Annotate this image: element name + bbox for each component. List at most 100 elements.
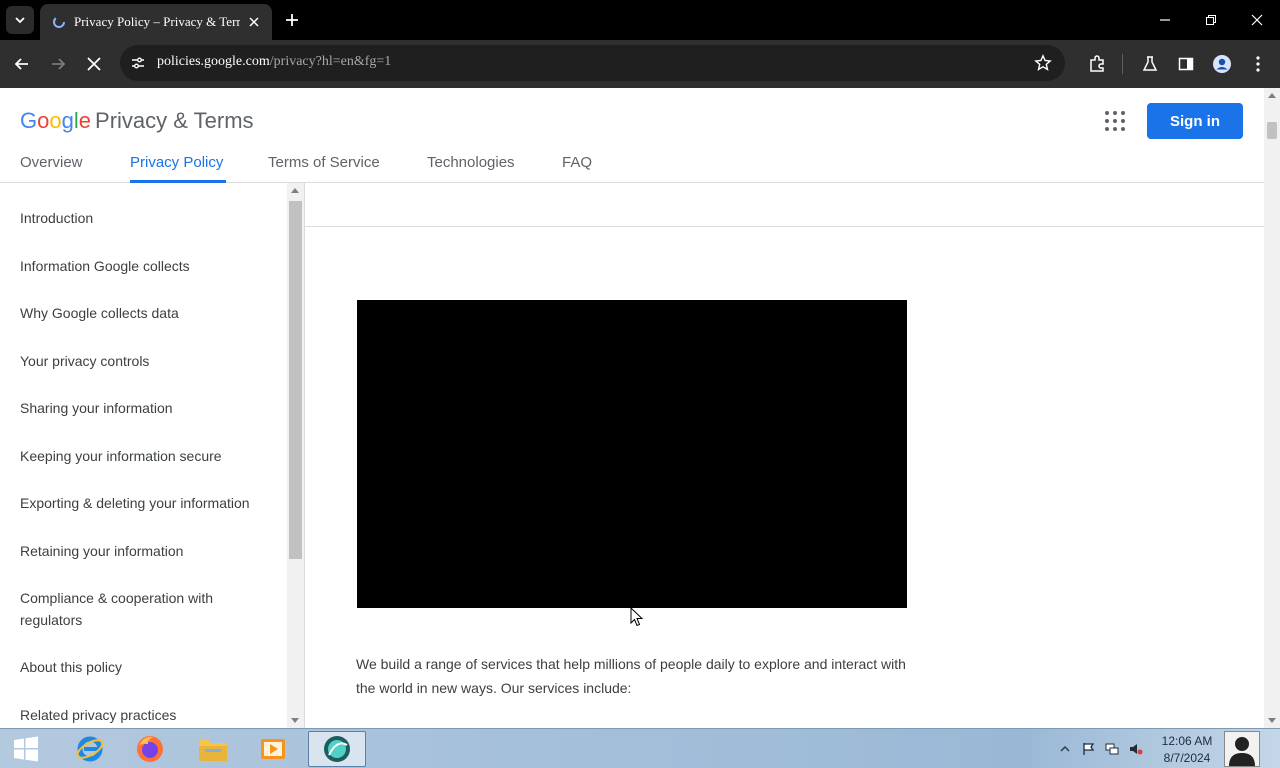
url-text: policies.google.com/privacy?hl=en&fg=1 bbox=[157, 54, 391, 70]
start-button[interactable] bbox=[0, 731, 52, 767]
logo-letter: o bbox=[37, 108, 50, 133]
site-title: Privacy & Terms bbox=[95, 108, 254, 133]
firefox-icon bbox=[137, 736, 163, 762]
toc-item-privacy-controls[interactable]: Your privacy controls bbox=[20, 350, 280, 372]
section-divider bbox=[304, 226, 1264, 227]
more-vert-icon bbox=[1256, 56, 1260, 72]
chevron-down-icon bbox=[15, 17, 25, 24]
url-path: /privacy?hl=en&fg=1 bbox=[269, 54, 392, 69]
internet-explorer-button[interactable] bbox=[62, 731, 118, 767]
browser-tab-bar: Privacy Policy – Privacy & Terms – Googl… bbox=[0, 0, 1280, 40]
show-hidden-icons-icon[interactable] bbox=[1058, 742, 1072, 756]
address-bar[interactable]: policies.google.com/privacy?hl=en&fg=1 bbox=[120, 45, 1065, 81]
action-center-flag-icon[interactable] bbox=[1082, 742, 1096, 756]
restore-button[interactable] bbox=[1199, 8, 1223, 32]
toc-item-introduction[interactable]: Introduction bbox=[20, 207, 280, 229]
firefox-button[interactable] bbox=[122, 731, 178, 767]
sidebar-scrollbar[interactable] bbox=[287, 183, 304, 728]
network-icon[interactable] bbox=[1105, 742, 1119, 756]
forward-button[interactable] bbox=[46, 52, 70, 76]
file-explorer-icon bbox=[199, 740, 227, 761]
video-player[interactable] bbox=[357, 300, 907, 608]
close-window-button[interactable] bbox=[1245, 8, 1269, 32]
arrow-left-icon bbox=[14, 58, 28, 70]
minimize-icon bbox=[1160, 19, 1170, 21]
google-apps-icon[interactable] bbox=[1104, 110, 1126, 132]
active-app-button[interactable] bbox=[308, 731, 366, 767]
logo-letter: G bbox=[20, 108, 38, 133]
toc-item-about-policy[interactable]: About this policy bbox=[20, 656, 280, 678]
system-clock[interactable]: 12:06 AM 8/7/2024 bbox=[1150, 733, 1224, 767]
plus-icon bbox=[286, 14, 298, 26]
toc-item-information-collected[interactable]: Information Google collects bbox=[20, 255, 280, 277]
scroll-down-arrow-icon[interactable] bbox=[291, 718, 299, 723]
mouse-cursor-icon bbox=[630, 607, 644, 627]
tab-title: Privacy Policy – Privacy & Terms – Googl… bbox=[74, 14, 240, 29]
tab-privacy-policy[interactable]: Privacy Policy – Privacy & Terms – Googl… bbox=[40, 4, 272, 40]
page-scroll-down-icon[interactable] bbox=[1268, 718, 1276, 723]
toc-item-why-collect[interactable]: Why Google collects data bbox=[20, 302, 280, 324]
site-info-icon[interactable] bbox=[129, 54, 147, 72]
toc-item-retaining[interactable]: Retaining your information bbox=[20, 540, 280, 562]
volume-muted-icon[interactable] bbox=[1129, 742, 1143, 756]
internet-explorer-icon bbox=[76, 736, 104, 762]
side-panel-button[interactable] bbox=[1174, 52, 1198, 76]
profile-icon bbox=[1213, 55, 1231, 73]
sidebar-scroll-thumb[interactable] bbox=[289, 201, 302, 559]
toc-item-sharing[interactable]: Sharing your information bbox=[20, 397, 280, 419]
clock-date: 8/7/2024 bbox=[1163, 751, 1211, 765]
content-divider bbox=[304, 183, 305, 728]
active-app-icon bbox=[324, 736, 350, 762]
restore-icon bbox=[1206, 15, 1216, 25]
tab-search-button[interactable] bbox=[6, 6, 34, 34]
page-scroll-up-icon[interactable] bbox=[1268, 93, 1276, 98]
bookmark-star-icon[interactable] bbox=[1034, 54, 1052, 72]
windows-logo-icon bbox=[14, 736, 38, 762]
file-explorer-button[interactable] bbox=[185, 731, 241, 767]
stop-loading-button[interactable] bbox=[82, 52, 106, 76]
tab-technologies[interactable]: Technologies bbox=[427, 150, 521, 183]
toc-item-related-practices[interactable]: Related privacy practices bbox=[20, 704, 280, 726]
menu-button[interactable] bbox=[1246, 52, 1270, 76]
tab-privacy-policy[interactable]: Privacy Policy bbox=[130, 150, 226, 183]
table-of-contents-sidebar: Introduction Information Google collects… bbox=[0, 183, 288, 728]
new-tab-button[interactable] bbox=[282, 10, 302, 30]
puzzle-icon bbox=[1090, 55, 1104, 72]
logo-letter: e bbox=[78, 108, 92, 133]
url-domain: policies.google.com bbox=[157, 54, 270, 69]
main-content: We build a range of services that help m… bbox=[304, 183, 1264, 728]
tab-close-icon[interactable] bbox=[246, 14, 262, 30]
stop-icon bbox=[87, 57, 101, 71]
intro-paragraph: We build a range of services that help m… bbox=[356, 656, 906, 696]
tab-terms-of-service[interactable]: Terms of Service bbox=[268, 150, 386, 183]
user-silhouette-icon bbox=[1229, 737, 1255, 766]
media-player-button[interactable] bbox=[245, 731, 301, 767]
toc-item-exporting-deleting[interactable]: Exporting & deleting your information bbox=[20, 492, 280, 514]
user-avatar[interactable] bbox=[1224, 731, 1260, 767]
page-scrollbar[interactable] bbox=[1264, 88, 1280, 728]
toc-item-compliance[interactable]: Compliance & cooperation with regulators bbox=[20, 587, 240, 631]
side-panel-icon bbox=[1178, 57, 1194, 71]
toolbar-divider bbox=[1122, 54, 1123, 74]
clock-time: 12:06 AM bbox=[1161, 734, 1213, 748]
logo-letter: g bbox=[61, 108, 74, 133]
tab-overview[interactable]: Overview bbox=[20, 150, 88, 183]
toc-item-security[interactable]: Keeping your information secure bbox=[20, 445, 280, 467]
arrow-right-icon bbox=[52, 58, 66, 70]
google-privacy-terms-logo[interactable]: Google Privacy & Terms bbox=[20, 108, 254, 134]
profile-button[interactable] bbox=[1210, 52, 1234, 76]
page-scroll-thumb[interactable] bbox=[1267, 122, 1277, 139]
loading-favicon-icon bbox=[53, 16, 65, 28]
sign-in-button[interactable]: Sign in bbox=[1147, 103, 1243, 139]
back-button[interactable] bbox=[10, 52, 34, 76]
scroll-up-arrow-icon[interactable] bbox=[291, 188, 299, 193]
flask-icon bbox=[1142, 56, 1158, 71]
media-player-icon bbox=[261, 739, 285, 759]
extensions-button[interactable] bbox=[1085, 52, 1109, 76]
site-header: Google Privacy & Terms Sign in Overview P… bbox=[0, 88, 1264, 183]
taskbar: 12:06 AM 8/7/2024 bbox=[0, 728, 1280, 768]
minimize-button[interactable] bbox=[1153, 8, 1177, 32]
close-icon bbox=[1251, 14, 1263, 26]
tab-faq[interactable]: FAQ bbox=[562, 150, 592, 183]
labs-button[interactable] bbox=[1138, 52, 1162, 76]
